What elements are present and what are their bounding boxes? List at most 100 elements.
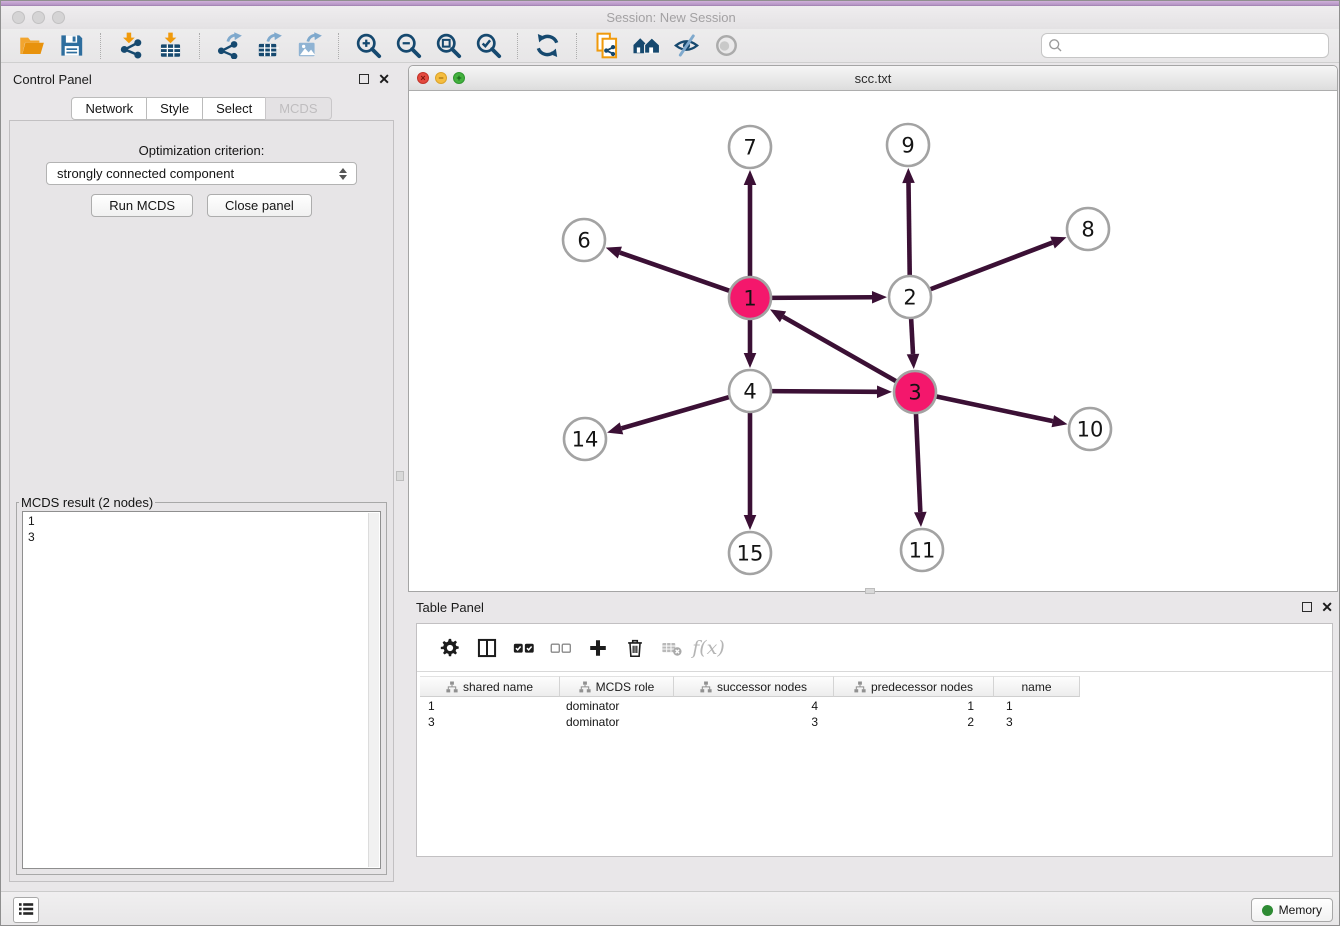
table-cell[interactable]: 3 [420, 714, 560, 730]
home-button[interactable] [626, 30, 666, 62]
graph-edge-1-7[interactable] [744, 170, 757, 279]
run-mcds-button[interactable]: Run MCDS [91, 194, 193, 217]
graph-edge-1-6[interactable] [606, 247, 732, 292]
table-cell[interactable]: 1 [994, 698, 1080, 714]
horizontal-splitter-grip[interactable] [865, 588, 875, 594]
deselect-all-button[interactable] [542, 631, 579, 665]
graph-node-10[interactable]: 10 [1069, 408, 1111, 450]
graph-node-8[interactable]: 8 [1067, 208, 1109, 250]
table-row[interactable]: 1dominator411 [420, 698, 1330, 714]
export-image-button[interactable] [289, 30, 329, 62]
close-window-button[interactable] [12, 11, 25, 24]
refresh-button[interactable] [527, 30, 567, 62]
float-table-panel-icon[interactable] [1302, 602, 1312, 612]
graph-edge-2-9[interactable] [902, 168, 915, 278]
network-window-titlebar[interactable]: × − + scc.txt [409, 66, 1337, 91]
tab-select[interactable]: Select [202, 97, 266, 120]
save-session-button[interactable] [51, 30, 91, 62]
network-minimize-button[interactable]: − [435, 72, 447, 84]
criterion-select[interactable]: strongly connected component [46, 162, 357, 185]
graph-edge-3-1[interactable] [770, 309, 899, 382]
graph-edge-3-10[interactable] [934, 396, 1068, 427]
memory-button[interactable]: Memory [1251, 898, 1333, 922]
column-header-MCDS-role[interactable]: MCDS role [560, 676, 674, 697]
network-maximize-button[interactable]: + [453, 72, 465, 84]
graph-node-9[interactable]: 9 [887, 124, 929, 166]
export-table-icon [256, 32, 283, 59]
show-all-button[interactable] [706, 30, 746, 62]
graph-node-2[interactable]: 2 [889, 276, 931, 318]
zoom-selected-button[interactable] [468, 30, 508, 62]
close-table-panel-icon[interactable]: ✕ [1321, 600, 1333, 614]
zoom-window-button[interactable] [52, 11, 65, 24]
float-panel-icon[interactable] [359, 74, 369, 84]
search-icon [1047, 37, 1064, 54]
tab-network[interactable]: Network [71, 97, 147, 120]
graph-node-11[interactable]: 11 [901, 529, 943, 571]
column-header-name[interactable]: name [994, 676, 1080, 697]
table-cell[interactable]: dominator [560, 714, 674, 730]
graph-node-14[interactable]: 14 [564, 418, 606, 460]
graph-edge-4-3[interactable] [769, 385, 892, 398]
mcds-result-list[interactable]: 1 3 [22, 511, 381, 869]
open-session-button[interactable] [11, 30, 51, 62]
graph-node-15[interactable]: 15 [729, 532, 771, 574]
column-header-shared-name[interactable]: shared name [420, 676, 560, 697]
column-header-successor-nodes[interactable]: successor nodes [674, 676, 834, 697]
graph-edge-3-11[interactable] [914, 411, 927, 527]
graph-node-3[interactable]: 3 [894, 371, 936, 413]
tab-style[interactable]: Style [146, 97, 203, 120]
deselect-all-icon [550, 637, 572, 659]
zoom-fit-button[interactable] [428, 30, 468, 62]
tab-mcds[interactable]: MCDS [265, 97, 331, 120]
zoom-in-button[interactable] [348, 30, 388, 62]
tree-sort-icon [700, 681, 712, 693]
table-row[interactable]: 3dominator323 [420, 714, 1330, 730]
add-row-button[interactable] [579, 631, 616, 665]
network-canvas[interactable]: 7 9 6 8 1 2 4 3 14 10 15 11 [409, 91, 1337, 591]
column-header-predecessor-nodes[interactable]: predecessor nodes [834, 676, 994, 697]
close-panel-button[interactable]: Close panel [207, 194, 312, 217]
table-cell[interactable]: 1 [420, 698, 560, 714]
table-cell[interactable]: 3 [674, 714, 834, 730]
graph-node-4[interactable]: 4 [729, 370, 771, 412]
import-network-button[interactable] [110, 30, 150, 62]
graph-edge-4-15[interactable] [744, 410, 757, 530]
graph-edge-2-3[interactable] [907, 316, 920, 369]
network-close-button[interactable]: × [417, 72, 429, 84]
graph-edge-4-14[interactable] [607, 396, 732, 434]
task-history-button[interactable] [13, 897, 39, 923]
table-cell[interactable]: 1 [834, 698, 994, 714]
clone-network-button[interactable] [586, 30, 626, 62]
graph-node-6[interactable]: 6 [563, 219, 605, 261]
import-table-button[interactable] [150, 30, 190, 62]
delete-row-button[interactable] [616, 631, 653, 665]
table-cell[interactable]: 4 [674, 698, 834, 714]
export-table-button[interactable] [249, 30, 289, 62]
table-cell[interactable]: 2 [834, 714, 994, 730]
criterion-selected-value: strongly connected component [57, 166, 234, 181]
settings-button[interactable] [431, 631, 468, 665]
graph-node-7[interactable]: 7 [729, 126, 771, 168]
table-cell[interactable]: 3 [994, 714, 1080, 730]
search-input[interactable] [1041, 33, 1329, 58]
hide-selected-button[interactable] [666, 30, 706, 62]
graph-node-1[interactable]: 1 [729, 277, 771, 319]
zoom-selected-icon [475, 32, 502, 59]
minimize-window-button[interactable] [32, 11, 45, 24]
graph-edge-1-4[interactable] [744, 317, 757, 368]
close-panel-icon[interactable]: ✕ [378, 72, 390, 86]
control-panel: Control Panel ✕ NetworkStyleSelectMCDS O… [5, 67, 398, 883]
result-scrollbar[interactable] [368, 513, 379, 867]
columns-button[interactable] [468, 631, 505, 665]
table-cell[interactable]: dominator [560, 698, 674, 714]
tree-sort-icon [854, 681, 866, 693]
delete-table-icon [661, 637, 683, 659]
export-network-button[interactable] [209, 30, 249, 62]
graph-edge-1-2[interactable] [769, 291, 887, 304]
select-all-button[interactable] [505, 631, 542, 665]
vertical-splitter-grip[interactable] [396, 471, 404, 481]
graph-edge-2-8[interactable] [928, 237, 1067, 291]
zoom-out-button[interactable] [388, 30, 428, 62]
svg-text:11: 11 [909, 539, 936, 563]
